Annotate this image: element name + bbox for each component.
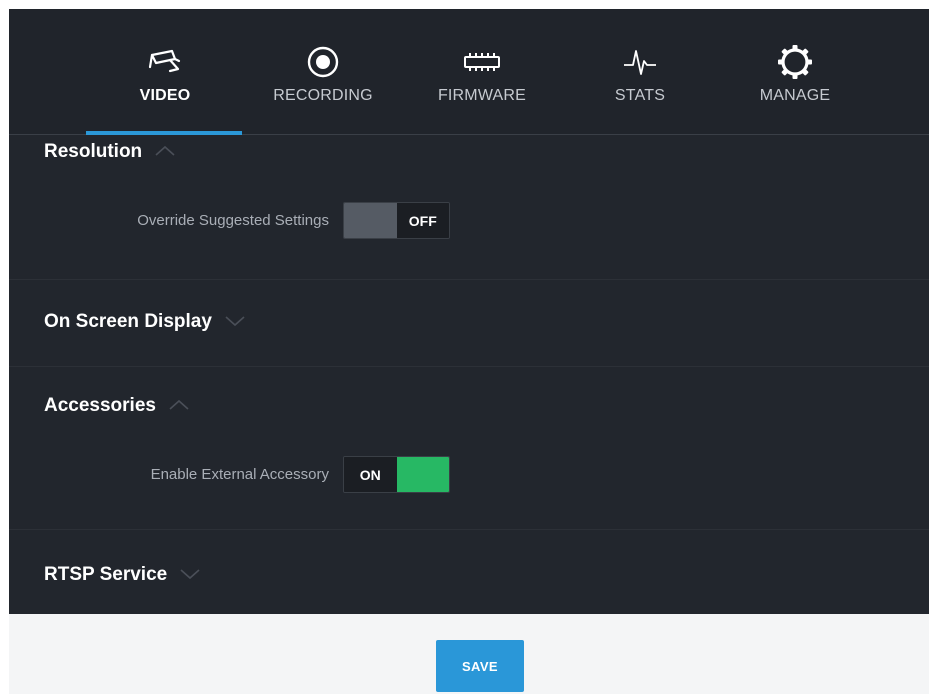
tab-label: VIDEO xyxy=(139,87,191,104)
active-tab-indicator xyxy=(86,131,242,135)
tab-firmware[interactable]: FIRMWARE xyxy=(421,9,543,135)
section-title: RTSP Service xyxy=(44,564,168,585)
toggle-track xyxy=(344,203,397,238)
chevron-up-icon[interactable] xyxy=(154,141,176,163)
section-header-accessories[interactable]: Accessories xyxy=(44,395,190,417)
toggle-state-label: OFF xyxy=(396,203,449,238)
tab-stats[interactable]: STATS xyxy=(583,9,697,135)
divider xyxy=(9,366,929,367)
chip-icon xyxy=(462,43,502,81)
section-header-rtsp[interactable]: RTSP Service xyxy=(44,564,201,586)
pulse-icon xyxy=(622,43,658,81)
chevron-down-icon[interactable] xyxy=(179,564,201,586)
section-title: On Screen Display xyxy=(44,311,212,332)
tab-manage[interactable]: MANAGE xyxy=(734,9,856,135)
tab-label: FIRMWARE xyxy=(437,87,527,104)
section-header-osd[interactable]: On Screen Display xyxy=(44,311,246,333)
save-button[interactable]: SAVE xyxy=(436,640,524,692)
override-settings-toggle[interactable]: OFF xyxy=(343,202,450,239)
tab-label: STATS xyxy=(614,87,666,104)
section-header-resolution[interactable]: Resolution xyxy=(44,141,176,163)
tab-video[interactable]: VIDEO xyxy=(104,9,226,135)
external-accessory-toggle[interactable]: ON xyxy=(343,456,450,493)
setting-label: Enable External Accessory xyxy=(150,466,329,483)
divider xyxy=(9,529,929,530)
toggle-track xyxy=(396,457,449,492)
chevron-down-icon[interactable] xyxy=(224,311,246,333)
camera-icon xyxy=(148,43,182,81)
tab-bar: VIDEO RECORDING FIRMWARE STATS MANAGE xyxy=(9,9,929,135)
section-title: Accessories xyxy=(44,395,156,416)
tab-label: MANAGE xyxy=(759,87,831,104)
tab-recording[interactable]: RECORDING xyxy=(261,9,385,135)
camera-settings-panel: VIDEO RECORDING FIRMWARE STATS MANAGE Re… xyxy=(9,9,929,694)
toggle-state-label: ON xyxy=(344,457,397,492)
section-title: Resolution xyxy=(44,141,143,162)
tab-label: RECORDING xyxy=(273,87,373,104)
chevron-up-icon[interactable] xyxy=(168,395,190,417)
divider xyxy=(9,279,929,280)
gear-icon xyxy=(776,43,814,81)
record-icon xyxy=(306,43,340,81)
footer-bar: SAVE xyxy=(9,614,929,694)
setting-label: Override Suggested Settings xyxy=(137,212,329,229)
